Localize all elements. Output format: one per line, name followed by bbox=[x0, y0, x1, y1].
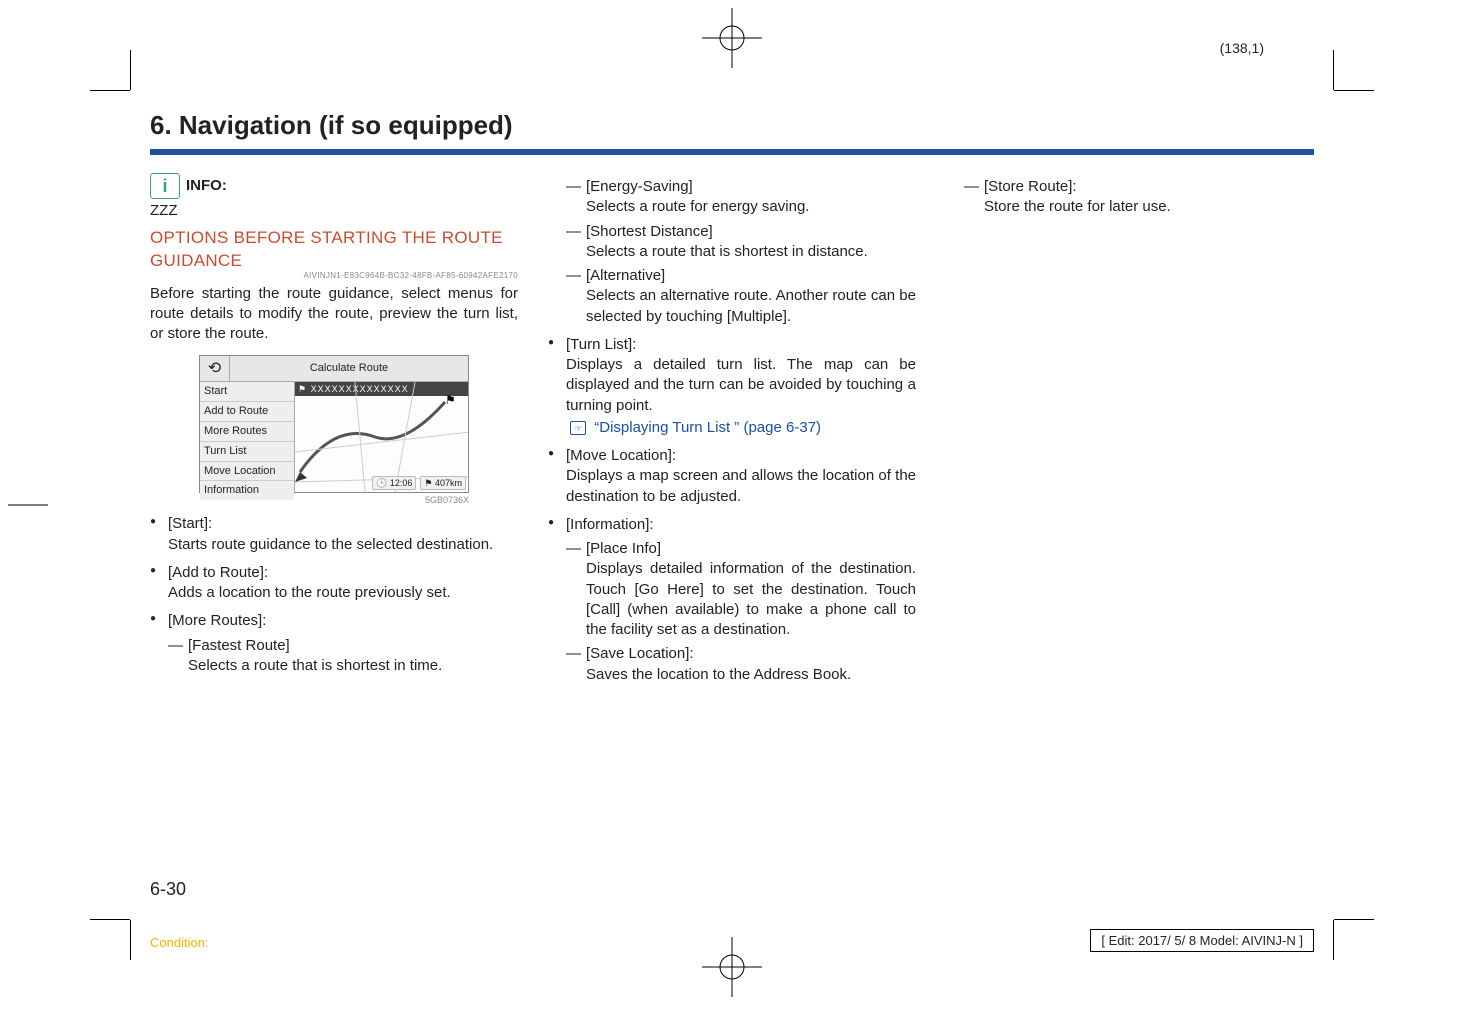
section-intro: Before starting the route guidance, sele… bbox=[150, 284, 518, 345]
sub-title: [Fastest Route] bbox=[188, 636, 518, 656]
chapter-rule bbox=[150, 149, 1314, 155]
screenshot-menu-item: Start bbox=[200, 382, 294, 402]
screenshot-distance-chip: ⚑ 407km bbox=[420, 476, 466, 490]
sub-desc: Selects an alternative route. Another ro… bbox=[586, 286, 916, 327]
sub-title: [Energy-Saving] bbox=[586, 177, 916, 197]
sub-title: [Place Info] bbox=[586, 539, 916, 559]
list-item: [More Routes]: [Fastest Route] Selects a… bbox=[150, 611, 518, 676]
sub-desc: Selects a route for energy saving. bbox=[586, 197, 916, 217]
sub-title: [Shortest Distance] bbox=[586, 222, 916, 242]
item-title: [Start]: bbox=[168, 514, 518, 534]
sub-desc: Displays detailed information of the des… bbox=[586, 559, 916, 640]
crop-mark-bl bbox=[90, 900, 150, 960]
item-title: [Move Location]: bbox=[566, 446, 916, 466]
chapter-title: 6. Navigation (if so equipped) bbox=[150, 110, 1314, 141]
screenshot-menu-item: Information bbox=[200, 481, 294, 500]
sub-item: [Energy-Saving] Selects a route for ener… bbox=[566, 177, 916, 218]
sub-desc: Selects a route that is shortest in time… bbox=[188, 656, 518, 676]
sub-desc: Saves the location to the Address Book. bbox=[586, 665, 916, 685]
crop-mark-br bbox=[1314, 900, 1374, 960]
section-heading: OPTIONS BEFORE STARTING THE ROUTE GUIDAN… bbox=[150, 227, 518, 273]
sub-item: [Alternative] Selects an alternative rou… bbox=[566, 266, 916, 327]
screenshot-time-chip: 🕒 12:06 bbox=[372, 476, 416, 490]
sheet-coordinate: (138,1) bbox=[1220, 40, 1264, 56]
svg-text:⚑: ⚑ bbox=[445, 393, 456, 407]
sub-title: [Store Route]: bbox=[984, 177, 1314, 197]
item-desc: Displays a detailed turn list. The map c… bbox=[566, 355, 916, 416]
footer-edit-info: [ Edit: 2017/ 5/ 8 Model: AIVINJ-N ] bbox=[1090, 929, 1314, 952]
sub-item: [Store Route]: Store the route for later… bbox=[964, 177, 1314, 218]
sub-desc: Store the route for later use. bbox=[984, 197, 1314, 217]
list-item: [Turn List]: Displays a detailed turn li… bbox=[548, 335, 916, 438]
screenshot-menu-item: Turn List bbox=[200, 442, 294, 462]
list-item: [Move Location]: Displays a map screen a… bbox=[548, 446, 916, 507]
list-item: [Start]: Starts route guidance to the se… bbox=[150, 514, 518, 555]
sub-item: [Fastest Route] Selects a route that is … bbox=[168, 636, 518, 677]
screenshot-menu-item: More Routes bbox=[200, 422, 294, 442]
item-desc: Displays a map screen and allows the loc… bbox=[566, 466, 916, 507]
info-placeholder-text: ZZZ bbox=[150, 201, 518, 221]
sub-item: [Shortest Distance] Selects a route that… bbox=[566, 222, 916, 263]
back-icon: ⟲ bbox=[200, 356, 230, 382]
screenshot-map: ⚑ XXXXXXXXXXXXXX ⚑ 🕒 12:06 ⚑ 407km bbox=[295, 382, 468, 492]
crop-mark-tl bbox=[90, 50, 150, 110]
screenshot-title: Calculate Route bbox=[230, 359, 468, 378]
item-title: [More Routes]: bbox=[168, 611, 518, 631]
xref-icon: ☞ bbox=[570, 421, 586, 435]
sub-title: [Alternative] bbox=[586, 266, 916, 286]
sub-desc: Selects a route that is shortest in dist… bbox=[586, 242, 916, 262]
sub-item: [Save Location]: Saves the location to t… bbox=[566, 644, 916, 685]
screenshot-menu-item: Add to Route bbox=[200, 402, 294, 422]
screenshot-menu-item: Move Location bbox=[200, 462, 294, 482]
info-icon: i bbox=[150, 173, 180, 199]
info-label: INFO: bbox=[186, 176, 227, 196]
item-title: [Turn List]: bbox=[566, 335, 916, 355]
list-item: [Information]: [Place Info] Displays det… bbox=[548, 515, 916, 685]
column-1: i INFO: ZZZ OPTIONS BEFORE STARTING THE … bbox=[150, 173, 518, 685]
sub-item: [Place Info] Displays detailed informati… bbox=[566, 539, 916, 640]
register-mark-top bbox=[702, 8, 762, 73]
crop-mark-tr bbox=[1314, 50, 1374, 110]
column-2: [Energy-Saving] Selects a route for ener… bbox=[548, 173, 916, 685]
item-title: [Information]: bbox=[566, 515, 916, 535]
register-mark-left bbox=[8, 505, 48, 506]
footer-condition: Condition: bbox=[150, 935, 209, 950]
screenshot-menu: Start Add to Route More Routes Turn List… bbox=[200, 382, 295, 492]
item-desc: Adds a location to the route previously … bbox=[168, 583, 518, 603]
register-mark-bottom bbox=[702, 937, 762, 1002]
item-title: [Add to Route]: bbox=[168, 563, 518, 583]
sub-title: [Save Location]: bbox=[586, 644, 916, 664]
list-item: [Add to Route]: Adds a location to the r… bbox=[150, 563, 518, 604]
item-desc: Starts route guidance to the selected de… bbox=[168, 535, 518, 555]
column-3: [Store Route]: Store the route for later… bbox=[946, 173, 1314, 685]
calculate-route-figure: ⟲ Calculate Route Start Add to Route Mor… bbox=[199, 355, 469, 507]
page-number: 6-30 bbox=[150, 879, 186, 900]
xref-text: “Displaying Turn List ” (page 6-37) bbox=[594, 419, 821, 436]
